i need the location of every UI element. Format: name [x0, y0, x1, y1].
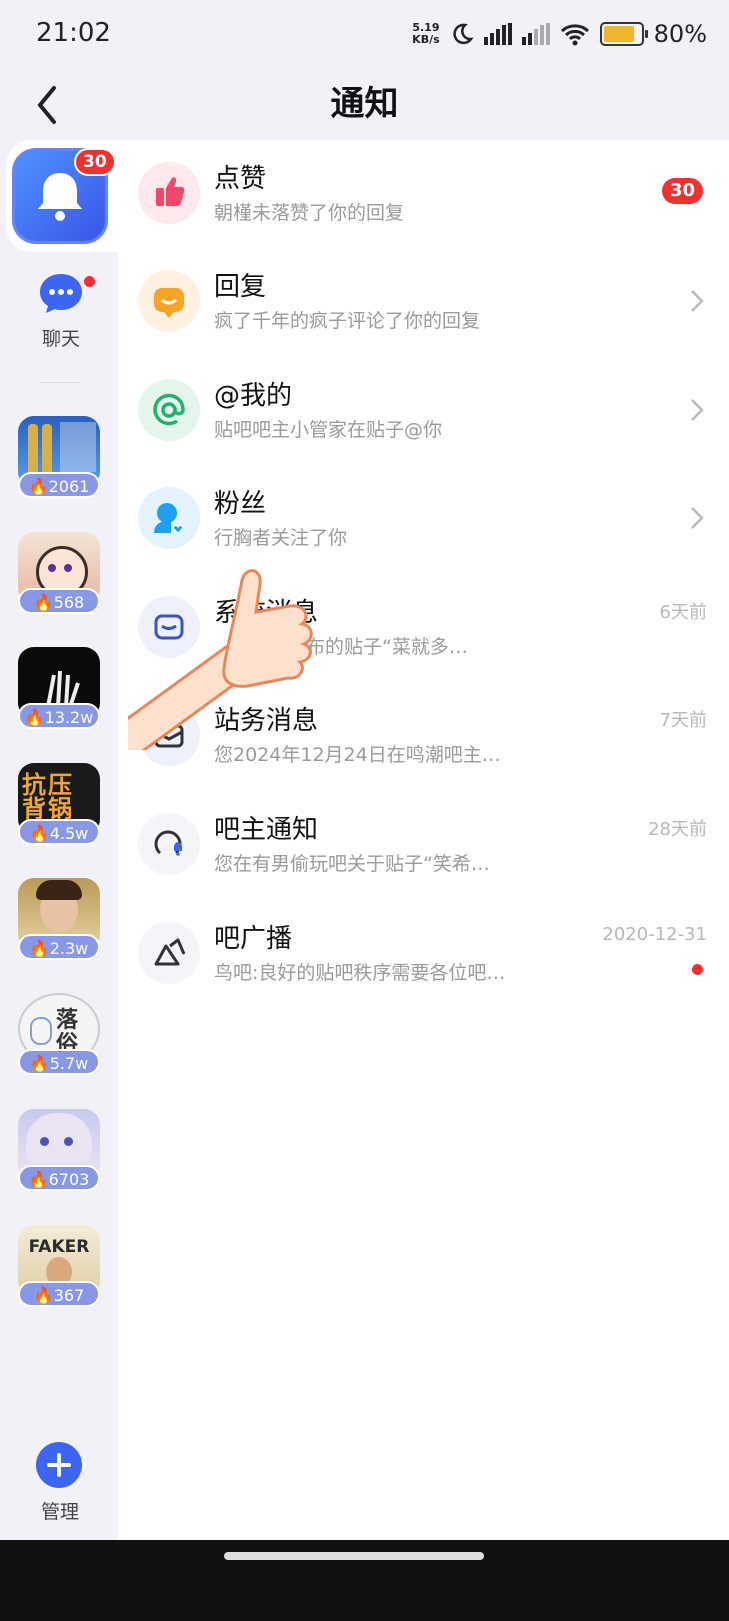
forum-item-4[interactable]: 抗压 背锅 🔥4.5w	[18, 763, 100, 849]
header: 通知	[0, 70, 729, 140]
forum-heat: 🔥2061	[18, 472, 100, 498]
forum-item-5[interactable]: 🔥2.3w	[18, 878, 100, 964]
forum-heat: 🔥568	[18, 588, 100, 614]
notification-name: 粉丝	[214, 489, 267, 519]
forum-heat-value: 4.5w	[49, 824, 89, 843]
forum-heat: 🔥2.3w	[18, 934, 100, 960]
notification-name: 吧广播	[214, 924, 293, 954]
forum-heat-value: 2061	[48, 477, 90, 496]
notification-count-badge: 30	[661, 178, 703, 204]
follower-icon	[138, 487, 200, 549]
forum-avatar-text: 抗压 背锅	[22, 771, 74, 823]
wifi-icon	[560, 24, 589, 46]
at-sign-icon	[138, 379, 200, 441]
forum-heat-value: 6703	[48, 1170, 90, 1189]
manage-button[interactable]	[36, 1442, 82, 1488]
chat-bubble-icon	[40, 274, 82, 313]
system-nav-bar	[0, 1540, 729, 1621]
notification-name: 回复	[214, 272, 267, 302]
signal-icon-1	[483, 23, 512, 45]
notification-broadcast[interactable]: 吧广播 鸟吧:良好的贴吧秩序需要各位吧… 2020-12-31	[118, 900, 729, 1008]
forum-heat: 🔥5.7w	[18, 1049, 100, 1075]
notification-name: @我的	[214, 381, 293, 411]
status-bar: 21:02 5.19 KB/s 80%	[0, 0, 729, 70]
rail-divider	[40, 382, 80, 383]
forum-item-6[interactable]: 落俗 🔥5.7w	[18, 993, 100, 1079]
status-time: 21:02	[36, 18, 111, 48]
forum-item-3[interactable]: 🔥13.2w	[18, 647, 100, 733]
notification-time: 6天前	[659, 602, 707, 623]
forum-item-1[interactable]: 🔥2061	[18, 416, 100, 502]
notification-replies[interactable]: 回复 疯了千年的疯子评论了你的回复	[118, 248, 729, 356]
plus-icon	[47, 1453, 71, 1477]
forum-heat-value: 568	[53, 593, 85, 612]
chevron-right-icon	[691, 507, 704, 529]
battery-icon	[599, 22, 648, 46]
signal-icon-2	[521, 23, 550, 45]
battery-percent: 80%	[653, 20, 707, 48]
bell-badge: 30	[74, 148, 116, 176]
notification-desc: 鸟吧:良好的贴吧秩序需要各位吧…	[214, 962, 506, 984]
forum-item-7[interactable]: 🔥6703	[18, 1109, 100, 1195]
network-speed: 5.19 KB/s	[412, 22, 439, 46]
admin-bell-icon	[138, 813, 200, 875]
notification-desc: 朝槿未落赞了你的回复	[214, 202, 405, 224]
forum-avatar-text: FAKER	[28, 1237, 90, 1257]
thumbs-up-hand-sticker	[128, 569, 313, 750]
notification-time: 7天前	[659, 710, 707, 731]
broadcast-icon	[138, 922, 200, 984]
home-gesture-handle[interactable]	[224, 1552, 484, 1560]
chevron-right-icon	[691, 399, 704, 421]
network-speed-unit: KB/s	[412, 33, 440, 46]
forum-rail: 30 聊天 🔥2061 🔥568 🔥13.2w 抗压 背锅 🔥4.5w 🔥2.3…	[0, 140, 124, 1540]
forum-heat: 🔥4.5w	[18, 819, 100, 845]
forum-heat: 🔥13.2w	[18, 703, 100, 729]
notification-desc: 您在有男偷玩吧关于贴子“笑希…	[214, 853, 490, 875]
notification-likes[interactable]: 点赞 朝槿未落赞了你的回复 30	[118, 140, 729, 248]
manage-label: 管理	[40, 1501, 79, 1523]
forum-item-2[interactable]: 🔥568	[18, 532, 100, 618]
forum-heat-value: 5.7w	[49, 1054, 89, 1073]
notification-admin[interactable]: 吧主通知 您在有男偷玩吧关于贴子“笑希… 28天前	[118, 791, 729, 899]
notification-desc: 疯了千年的疯子评论了你的回复	[214, 310, 481, 332]
moon-icon	[453, 23, 474, 45]
notification-desc: 贴吧吧主小管家在贴子@你	[214, 419, 443, 441]
forum-heat-value: 2.3w	[49, 939, 89, 958]
notification-mentions[interactable]: @我的 贴吧吧主小管家在贴子@你	[118, 357, 729, 465]
notification-name: 点赞	[214, 164, 267, 194]
thumbs-up-icon	[138, 162, 200, 224]
forum-heat: 🔥6703	[18, 1165, 100, 1191]
notification-time: 2020-12-31	[602, 924, 707, 945]
notification-fans[interactable]: 粉丝 行胸者关注了你	[118, 465, 729, 573]
reply-bubble-icon	[138, 270, 200, 332]
notification-time: 28天前	[648, 819, 707, 840]
notification-name: 吧主通知	[214, 815, 319, 845]
notification-desc: 行胸者关注了你	[214, 527, 348, 549]
page-title: 通知	[330, 84, 399, 124]
forum-heat-value: 13.2w	[44, 708, 94, 727]
forum-heat-value: 367	[53, 1286, 85, 1305]
unread-dot	[692, 964, 703, 975]
status-icons: 5.19 KB/s 80%	[412, 20, 707, 48]
forum-heat: 🔥367	[18, 1281, 100, 1307]
chat-label: 聊天	[41, 328, 80, 350]
notification-list: 点赞 朝槿未落赞了你的回复 30 回复 疯了千年的疯子评论了你的回复 @我的 贴…	[118, 140, 729, 1540]
chevron-right-icon	[691, 290, 704, 312]
chat-unread-dot	[84, 276, 95, 287]
forum-item-8[interactable]: FAKER 🔥367	[18, 1225, 100, 1311]
